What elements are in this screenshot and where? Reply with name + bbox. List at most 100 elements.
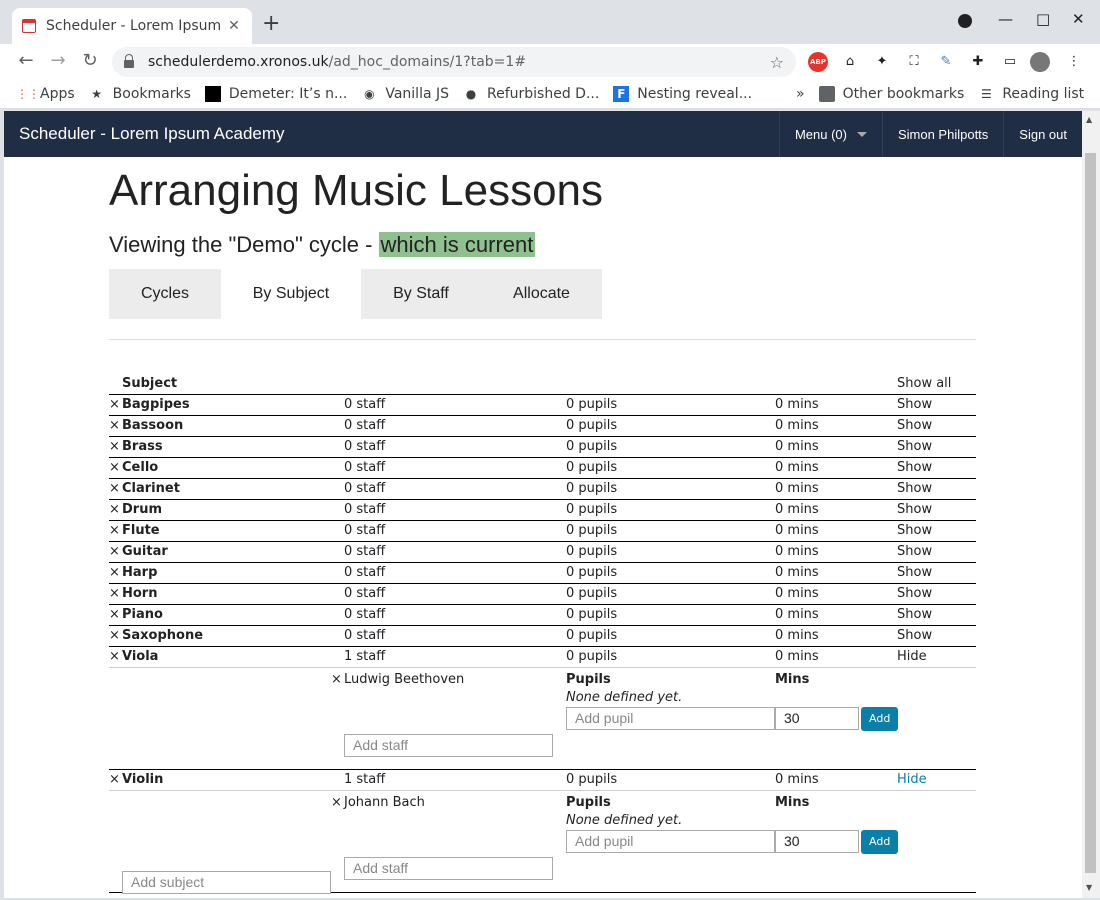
minimize-icon[interactable]: —: [998, 10, 1013, 28]
tab-by-subject[interactable]: By Subject: [221, 269, 361, 319]
delete-subject-icon[interactable]: ×: [109, 439, 122, 454]
f-icon: F: [613, 85, 630, 102]
subject-name: Bagpipes: [122, 397, 190, 412]
url-path: /ad_hoc_domains/1?tab=1#: [328, 54, 527, 70]
extension-house-icon[interactable]: ⌂: [840, 52, 860, 72]
forward-arrow-icon[interactable]: →: [46, 50, 70, 74]
add-staff-input[interactable]: Add staff: [344, 856, 553, 880]
remove-staff-icon[interactable]: ×: [331, 792, 344, 813]
staff-count: 0 staff: [344, 457, 566, 479]
delete-subject-icon[interactable]: ×: [109, 586, 122, 601]
avatar[interactable]: [1030, 52, 1050, 72]
globe-icon: ◉: [364, 86, 375, 101]
subject-name: Harp: [122, 565, 158, 580]
delete-subject-icon[interactable]: ×: [109, 607, 122, 622]
bookmark-star-icon[interactable]: ☆: [770, 53, 784, 72]
close-window-icon[interactable]: ✕: [1072, 10, 1085, 28]
delete-subject-icon[interactable]: ×: [109, 772, 122, 787]
toggle-subject-link[interactable]: Show: [897, 520, 976, 542]
cast-icon[interactable]: ▭: [1000, 52, 1020, 72]
add-staff-input[interactable]: Add staff: [344, 733, 553, 757]
bookmark-apps[interactable]: ⋮⋮ Apps: [16, 86, 75, 102]
bookmark-demeter[interactable]: Demeter: It’s n...: [204, 85, 347, 102]
address-bar[interactable]: schedulerdemo.xronos.uk/ad_hoc_domains/1…: [112, 47, 796, 77]
add-pupil-input[interactable]: Add pupil: [566, 830, 775, 853]
app-brand[interactable]: Scheduler - Lorem Ipsum Academy: [4, 124, 779, 144]
toggle-subject-link[interactable]: Show: [897, 478, 976, 500]
scrollbar-thumb[interactable]: [1085, 153, 1096, 873]
add-pupil-button[interactable]: Add: [861, 829, 899, 854]
toggle-subject-link[interactable]: Hide: [897, 769, 976, 791]
screenshot-icon[interactable]: ⛶: [904, 52, 924, 72]
browser-tab[interactable]: Scheduler - Lorem Ipsum Academy ✕: [12, 8, 252, 44]
page-title: Arranging Music Lessons: [109, 166, 604, 215]
mins-input[interactable]: 30: [775, 707, 859, 730]
tab-allocate[interactable]: Allocate: [481, 269, 602, 319]
toggle-subject-link[interactable]: Show: [897, 604, 976, 626]
no-pupils-text: None defined yet.: [566, 689, 683, 705]
new-tab-icon[interactable]: +: [262, 12, 280, 36]
browser-menu-icon[interactable]: ⋮: [1064, 52, 1084, 72]
user-link[interactable]: Simon Philpotts: [881, 111, 1003, 157]
bookmark-vanilla-js[interactable]: ◉ Vanilla JS: [361, 86, 449, 102]
table-row: × Drum 0 staff 0 pupils 0 mins Show: [109, 499, 976, 521]
delete-subject-icon[interactable]: ×: [109, 628, 122, 643]
menu-dropdown[interactable]: Menu (0): [778, 111, 882, 157]
add-subject-input[interactable]: Add subject: [122, 871, 331, 894]
bookmark-bookmarks[interactable]: ★ Bookmarks: [89, 86, 191, 102]
delete-subject-icon[interactable]: ×: [109, 481, 122, 496]
toggle-subject-link[interactable]: Show: [897, 457, 976, 479]
sign-out-link[interactable]: Sign out: [1003, 111, 1082, 157]
delete-subject-icon[interactable]: ×: [109, 502, 122, 517]
toggle-subject-link[interactable]: Show: [897, 625, 976, 647]
table-row: × Guitar 0 staff 0 pupils 0 mins Show: [109, 541, 976, 563]
delete-subject-icon[interactable]: ×: [109, 565, 122, 580]
bookmark-label: Reading list: [1002, 85, 1085, 102]
scrollbar[interactable]: ▲ ▼: [1082, 111, 1100, 898]
more-bookmarks-chevron-icon[interactable]: »: [796, 86, 805, 102]
bookmark-nesting[interactable]: F Nesting reveal...: [613, 85, 752, 102]
tab-cycles[interactable]: Cycles: [109, 269, 221, 319]
extension-feather-icon[interactable]: ✎: [936, 52, 956, 72]
toggle-subject-link[interactable]: Show: [897, 541, 976, 563]
mins-input[interactable]: 30: [775, 830, 859, 853]
mins-count: 0 mins: [775, 604, 897, 626]
bookmark-other[interactable]: Other bookmarks: [818, 85, 964, 102]
delete-subject-icon[interactable]: ×: [109, 544, 122, 559]
add-pupil-button[interactable]: Add: [861, 706, 899, 731]
add-pupil-input[interactable]: Add pupil: [566, 707, 775, 730]
scroll-down-icon[interactable]: ▼: [1086, 883, 1092, 892]
toggle-subject-link[interactable]: Show: [897, 562, 976, 584]
back-arrow-icon[interactable]: ←: [14, 50, 38, 74]
close-tab-icon[interactable]: ✕: [226, 18, 242, 34]
table-row: × Bassoon 0 staff 0 pupils 0 mins Show: [109, 415, 976, 437]
scroll-up-icon[interactable]: ▲: [1086, 115, 1092, 124]
reload-icon[interactable]: ↻: [78, 50, 102, 74]
toggle-subject-link[interactable]: Show: [897, 415, 976, 437]
maximize-icon[interactable]: □: [1036, 10, 1050, 28]
mins-count: 0 mins: [775, 520, 897, 542]
delete-subject-icon[interactable]: ×: [109, 649, 122, 664]
toggle-subject-link[interactable]: Show: [897, 436, 976, 458]
toggle-subject-link[interactable]: Show: [897, 499, 976, 521]
adblock-icon[interactable]: ABP: [808, 52, 828, 72]
bookmark-refurbished[interactable]: ● Refurbished D...: [463, 86, 600, 102]
remove-staff-icon[interactable]: ×: [331, 669, 344, 690]
tab-by-staff[interactable]: By Staff: [361, 269, 481, 319]
table-row: × Cello 0 staff 0 pupils 0 mins Show: [109, 457, 976, 479]
show-all-link[interactable]: Show all: [897, 373, 976, 395]
delete-subject-icon[interactable]: ×: [109, 397, 122, 412]
toggle-subject-link[interactable]: Hide: [897, 646, 976, 668]
delete-subject-icon[interactable]: ×: [109, 418, 122, 433]
delete-subject-icon[interactable]: ×: [109, 460, 122, 475]
extension-paw-icon[interactable]: ✦: [872, 52, 892, 72]
toggle-subject-link[interactable]: Show: [897, 583, 976, 605]
profile-dropdown-icon[interactable]: [958, 14, 972, 28]
menu-label: Menu (0): [794, 126, 847, 142]
subject-name: Clarinet: [122, 481, 180, 496]
extensions-puzzle-icon[interactable]: ✚: [968, 52, 988, 72]
reading-list[interactable]: ☰ Reading list: [978, 86, 1084, 102]
subject-name: Bassoon: [122, 418, 184, 433]
delete-subject-icon[interactable]: ×: [109, 523, 122, 538]
toggle-subject-link[interactable]: Show: [897, 394, 976, 416]
